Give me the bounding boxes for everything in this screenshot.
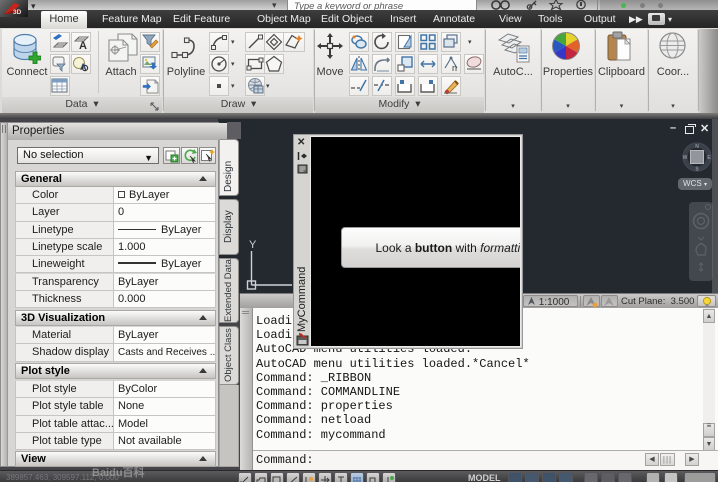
svg-text:W: W: [683, 155, 688, 161]
svg-text:Y: Y: [249, 239, 257, 251]
svg-text:N: N: [695, 144, 699, 150]
svg-text:A: A: [79, 40, 87, 51]
svg-text:n: n: [452, 63, 457, 73]
